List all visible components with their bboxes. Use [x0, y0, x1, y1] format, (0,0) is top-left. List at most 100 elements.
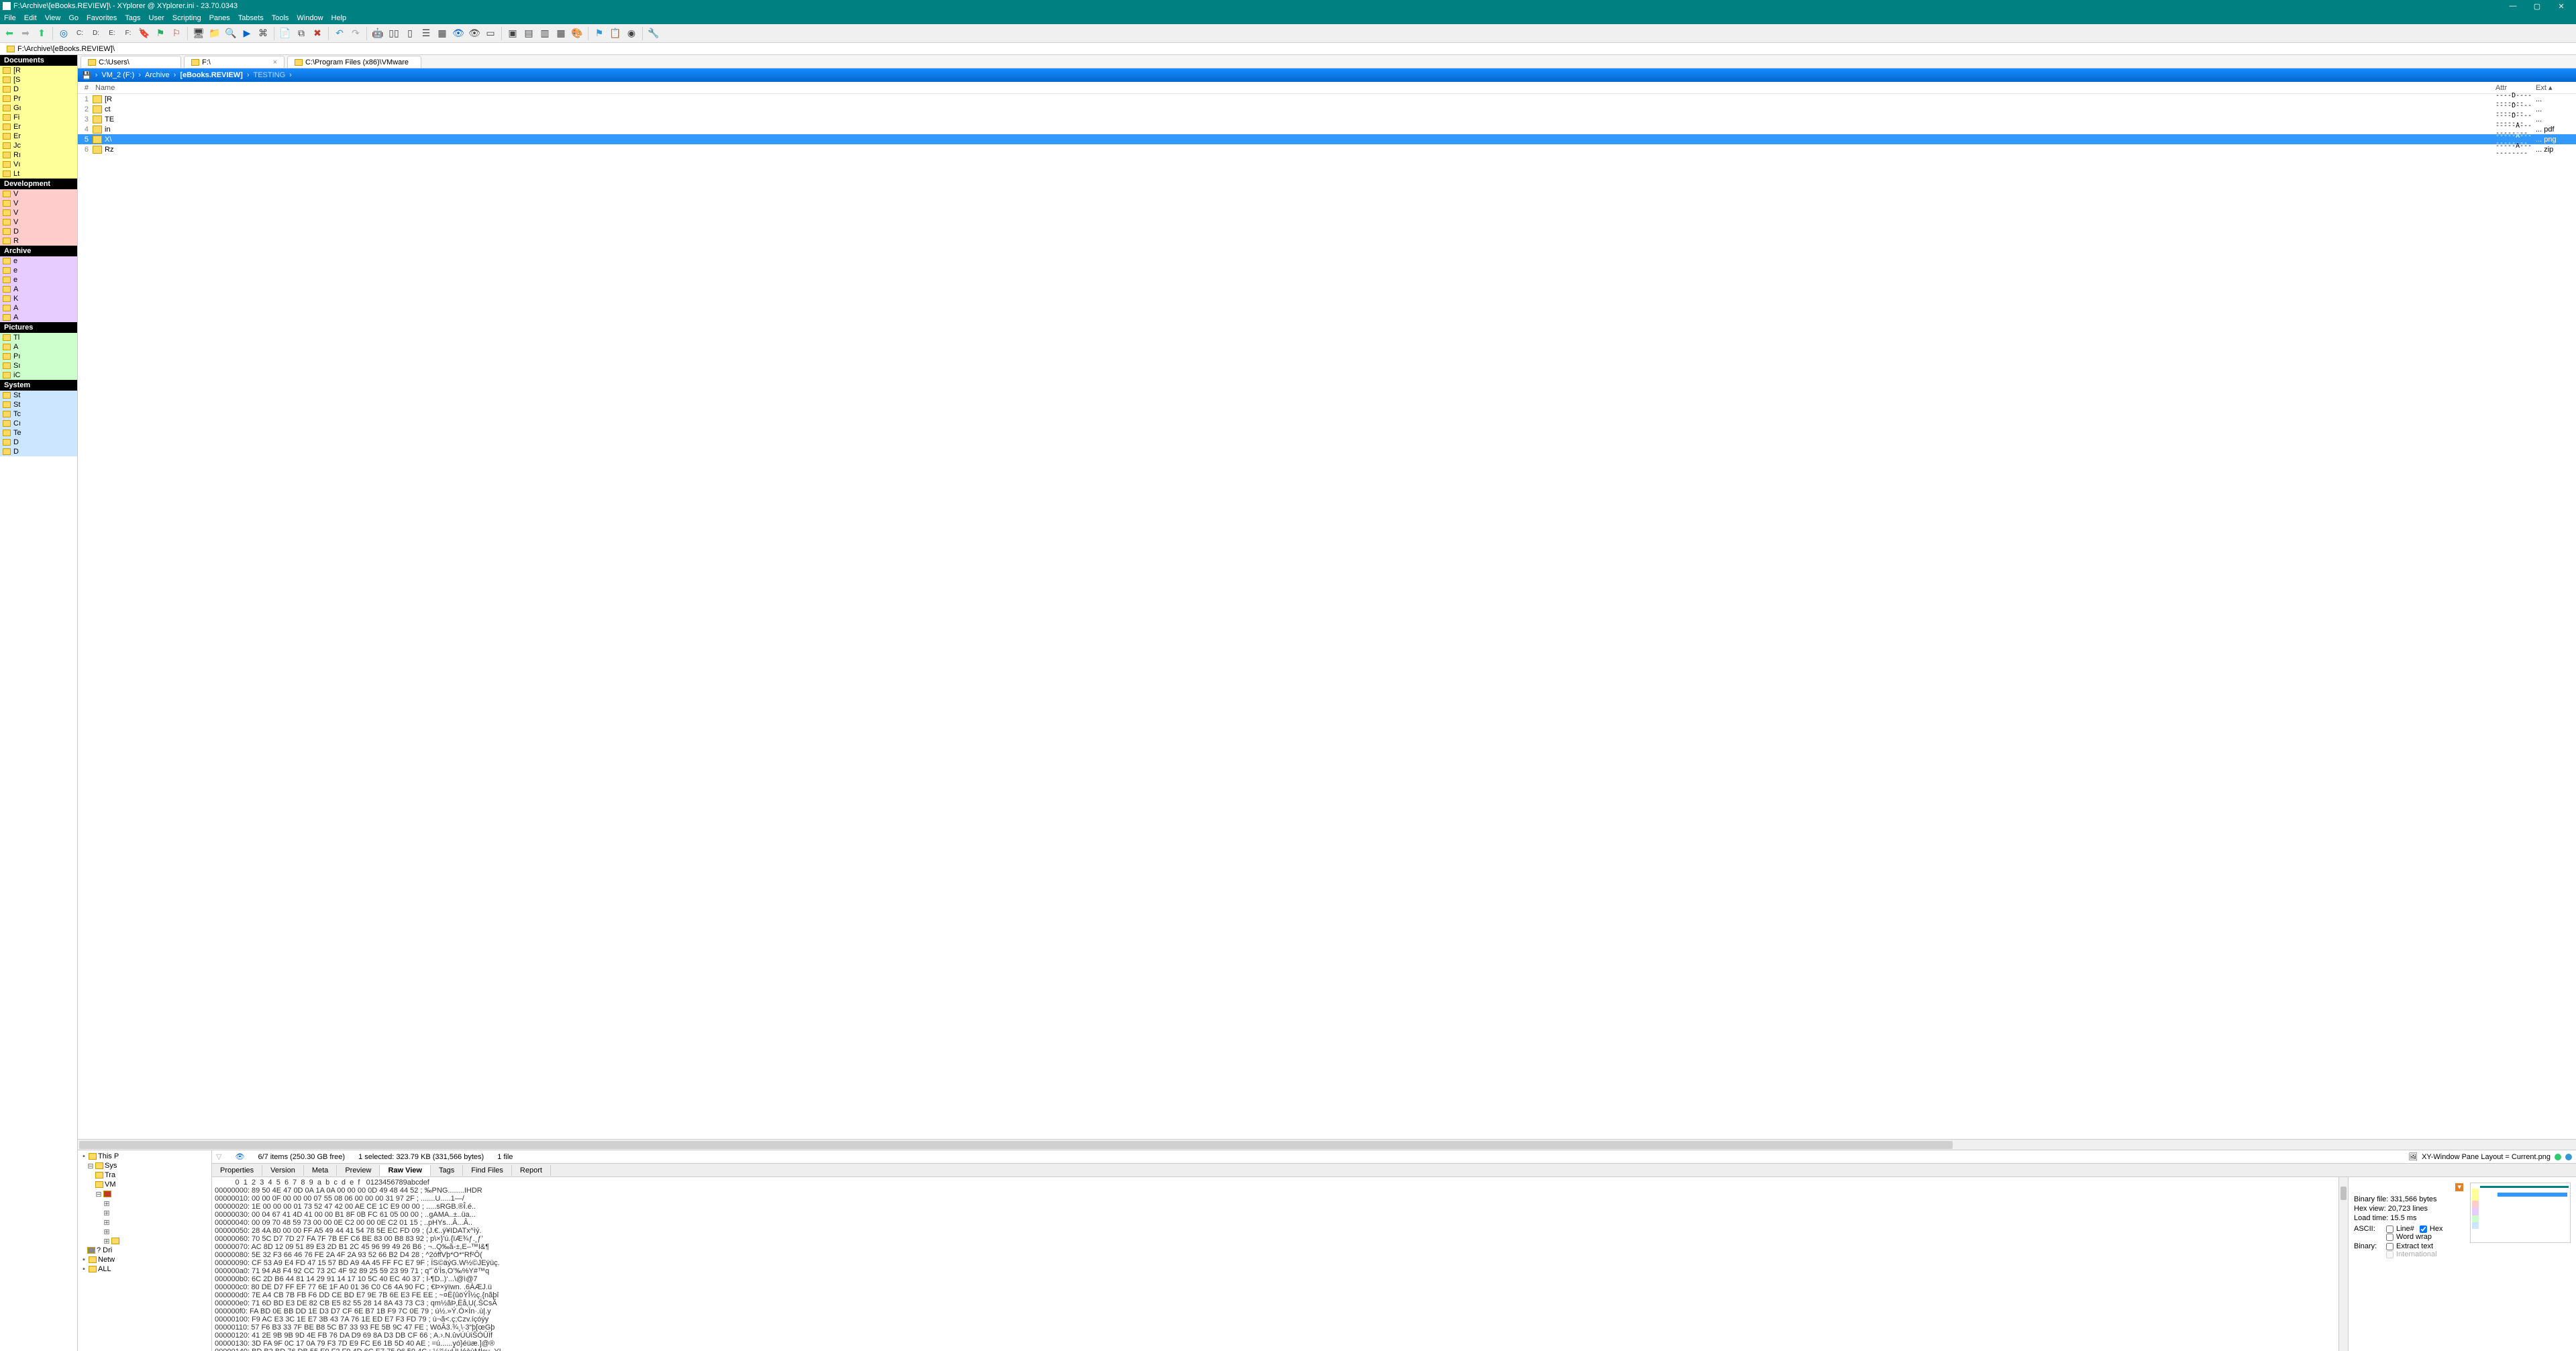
catalog-item[interactable]: D [0, 447, 77, 456]
tree-item[interactable]: ▪Netw [79, 1255, 210, 1264]
tab-meta[interactable]: Meta [304, 1165, 337, 1176]
menu-go[interactable]: Go [68, 14, 79, 22]
tab-rawview[interactable]: Raw View [380, 1165, 431, 1176]
catalog-item[interactable]: Tl [0, 333, 77, 342]
catalog-header-pictures[interactable]: Pictures [0, 322, 77, 333]
catalog-item[interactable]: V [0, 189, 77, 199]
menu-view[interactable]: View [45, 14, 61, 22]
up-icon[interactable]: ⬆ [35, 27, 48, 40]
hex-view[interactable]: 0 1 2 3 4 5 6 7 8 9 a b c d e f 01234567… [212, 1177, 2348, 1351]
breadcrumb-item[interactable]: TESTING [254, 71, 286, 79]
catalog-item[interactable]: D [0, 438, 77, 447]
catalog-item[interactable]: A [0, 342, 77, 352]
redo-icon[interactable]: ↷ [349, 27, 362, 40]
catalog-item[interactable]: V [0, 208, 77, 217]
menu-panes[interactable]: Panes [209, 14, 230, 22]
checkbox-intl[interactable]: International [2386, 1250, 2437, 1258]
catalog-item[interactable]: Er [0, 132, 77, 141]
catalog-item[interactable]: St [0, 391, 77, 400]
grid-icon[interactable]: ▦ [435, 27, 449, 40]
table-row[interactable]: 1[R----D-----------... [78, 94, 2576, 104]
tree-item[interactable]: ? Dri [79, 1246, 210, 1255]
preview-thumbnail[interactable] [2470, 1183, 2571, 1243]
catalog-item[interactable]: Vı [0, 160, 77, 169]
newfile-icon[interactable]: 📄 [278, 27, 292, 40]
layout1-icon[interactable]: ▣ [506, 27, 519, 40]
checkbox-wrap[interactable]: Word wrap [2386, 1233, 2432, 1241]
back-icon[interactable]: ⬅ [3, 27, 16, 40]
drive-c[interactable]: C: [73, 27, 87, 40]
minimize-button[interactable]: — [2505, 2, 2521, 11]
color-icon[interactable]: 🎨 [570, 27, 584, 40]
monitor-icon[interactable]: 🖥 [192, 27, 205, 40]
tab-preview[interactable]: Preview [337, 1165, 380, 1176]
catalog-item[interactable]: Jc [0, 141, 77, 150]
catalog-item[interactable]: e [0, 256, 77, 266]
menu-tags[interactable]: Tags [125, 14, 140, 22]
catalog-item[interactable]: [R [0, 66, 77, 75]
pie-icon[interactable]: ◉ [625, 27, 638, 40]
catalog-item[interactable]: Tc [0, 409, 77, 419]
catalog-item[interactable]: iC [0, 370, 77, 380]
tree-item[interactable]: Tra [79, 1170, 210, 1180]
delete-icon[interactable]: ✖ [311, 27, 324, 40]
undo-icon[interactable]: ↶ [333, 27, 346, 40]
catalog-item[interactable]: Pı [0, 352, 77, 361]
target-icon[interactable]: ◎ [57, 27, 70, 40]
details-icon[interactable]: ☰ [419, 27, 433, 40]
vertical-scrollbar[interactable] [2338, 1177, 2348, 1351]
table-row[interactable]: 5X\-----A-----------... png [78, 134, 2576, 144]
menu-favorites[interactable]: Favorites [87, 14, 117, 22]
layout2-icon[interactable]: ▤ [522, 27, 535, 40]
catalog-item[interactable]: K [0, 294, 77, 303]
catalog-header-system[interactable]: System [0, 380, 77, 391]
eye2-icon[interactable]: 👁 [468, 27, 481, 40]
copy-icon[interactable]: ⧉ [295, 27, 308, 40]
catalog-item[interactable]: Te [0, 428, 77, 438]
catalog-item[interactable]: e [0, 266, 77, 275]
flag-off-icon[interactable]: ⚐ [170, 27, 183, 40]
catalog-item[interactable]: V [0, 217, 77, 227]
close-button[interactable]: ✕ [2553, 2, 2569, 11]
col-name[interactable]: Name [91, 84, 2495, 92]
path-tab-2[interactable]: C:\Program Files (x86)\VMware [287, 56, 421, 68]
folder-icon[interactable]: 📁 [208, 27, 221, 40]
tab-properties[interactable]: Properties [212, 1165, 262, 1176]
menu-tools[interactable]: Tools [272, 14, 289, 22]
maximize-button[interactable]: ▢ [2529, 2, 2545, 11]
col-ext[interactable]: Ext ▴ [2536, 83, 2576, 92]
catalog-item[interactable]: A [0, 303, 77, 313]
catalog-item[interactable]: Cı [0, 419, 77, 428]
tree-item[interactable]: ⊞ [79, 1199, 210, 1208]
forward-icon[interactable]: ➡ [19, 27, 32, 40]
wrench-icon[interactable]: 🔧 [647, 27, 660, 40]
breadcrumb-item[interactable]: [eBooks.REVIEW] [180, 71, 243, 79]
flag2-icon[interactable]: ⚑ [593, 27, 606, 40]
catalog-item[interactable]: Lt [0, 169, 77, 179]
path-tab-1[interactable]: F:\ × [184, 56, 285, 68]
flag-icon[interactable]: ⚑ [154, 27, 167, 40]
catalog-item[interactable]: St [0, 400, 77, 409]
menu-scripting[interactable]: Scripting [172, 14, 201, 22]
tree-item[interactable]: ⊞ [79, 1217, 210, 1227]
tree-item[interactable]: ⊞ [79, 1227, 210, 1236]
catalog-header-documents[interactable]: Documents [0, 55, 77, 66]
disk-icon[interactable]: 💾 [82, 71, 91, 80]
drive-f[interactable]: F: [121, 27, 135, 40]
catalog-item[interactable]: V [0, 199, 77, 208]
catalog-item[interactable]: A [0, 285, 77, 294]
layout4-icon[interactable]: ▦ [554, 27, 568, 40]
play-icon[interactable]: ▶ [240, 27, 254, 40]
catalog-item[interactable]: D [0, 85, 77, 94]
panes-icon[interactable]: ▯▯ [387, 27, 401, 40]
menu-tabsets[interactable]: Tabsets [238, 14, 264, 22]
menu-edit[interactable]: Edit [24, 14, 37, 22]
col-attr[interactable]: Attr [2495, 84, 2536, 92]
catalog-item[interactable]: Fi [0, 113, 77, 122]
catalog-item[interactable]: [S [0, 75, 77, 85]
tab-tags[interactable]: Tags [431, 1165, 463, 1176]
checkbox-hex[interactable]: Hex [2420, 1225, 2443, 1233]
catalog-item[interactable]: Pr [0, 94, 77, 103]
horizontal-scrollbar[interactable] [78, 1139, 2576, 1150]
eye-icon[interactable]: 👁 [452, 27, 465, 40]
